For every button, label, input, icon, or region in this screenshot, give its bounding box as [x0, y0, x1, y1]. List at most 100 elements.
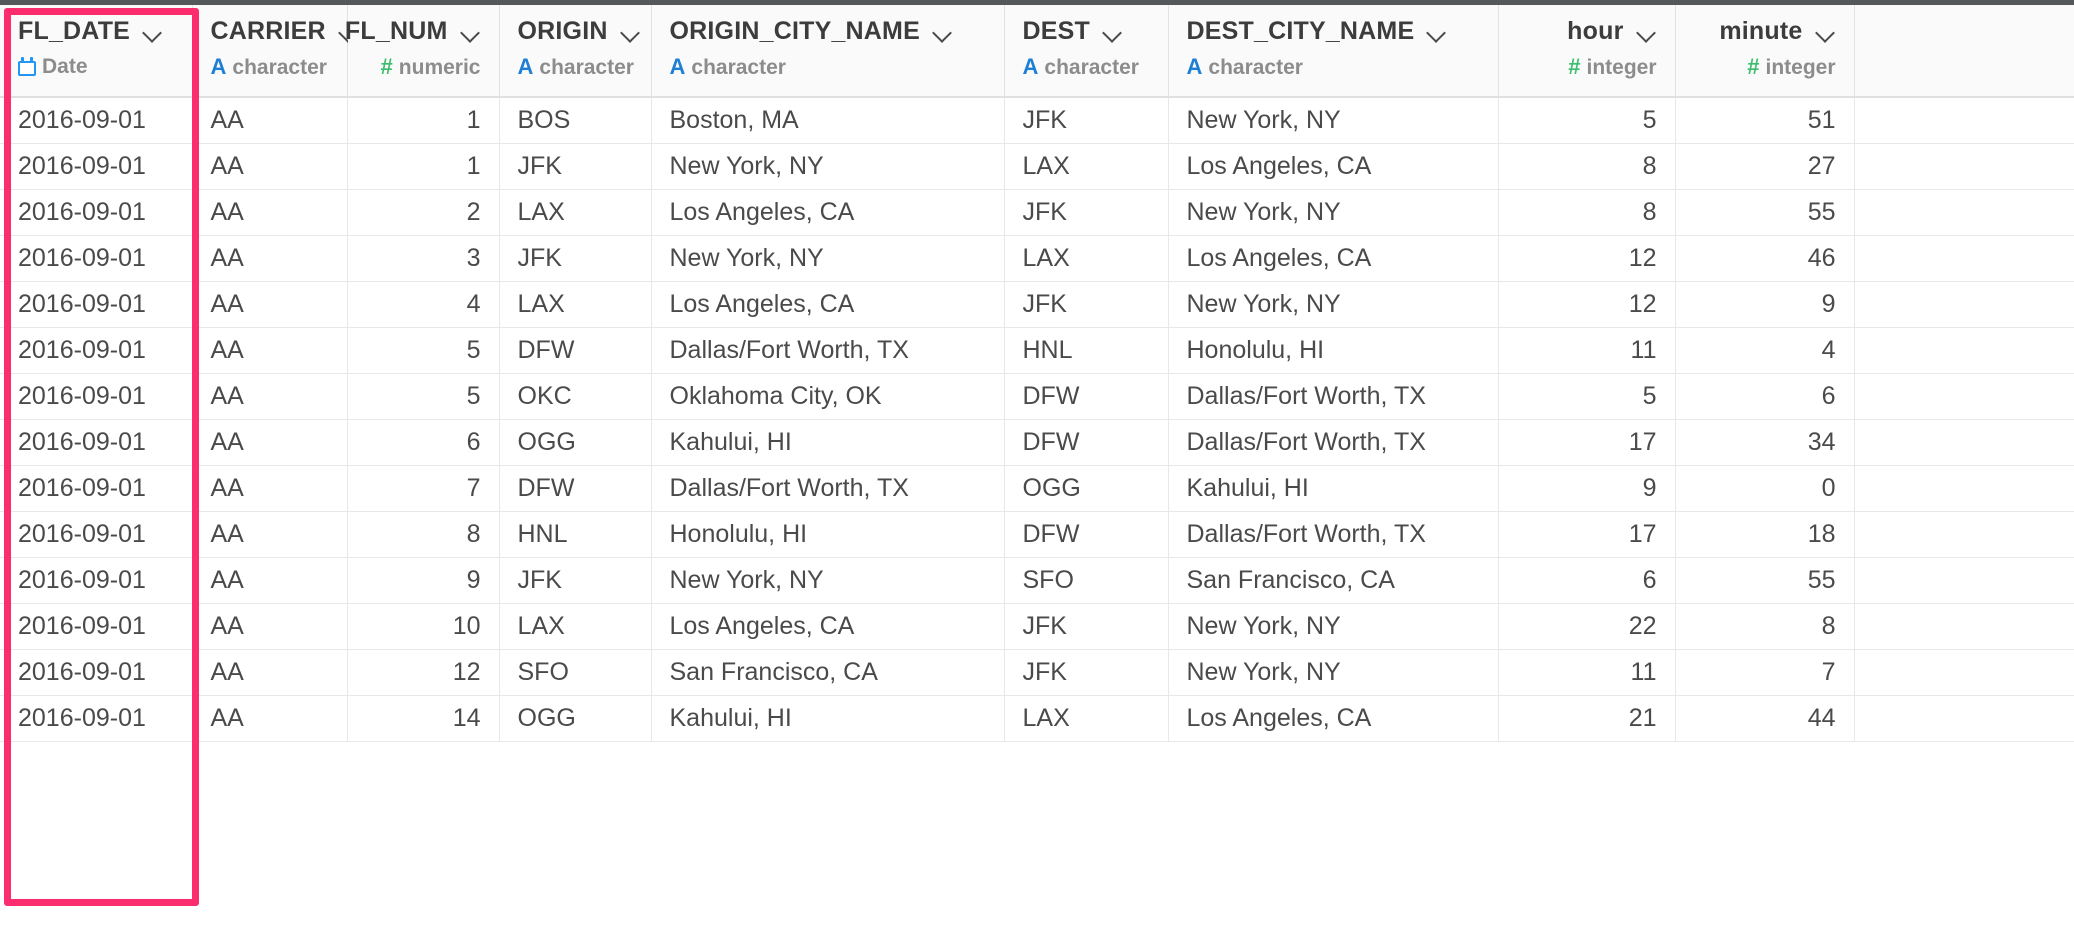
column-header-empty[interactable]	[1854, 5, 2074, 98]
chevron-down-icon[interactable]	[462, 26, 481, 37]
table-cell[interactable]: 2016-09-01	[0, 419, 193, 466]
table-cell[interactable]: 17	[1498, 511, 1676, 558]
table-cell[interactable]: OGG	[499, 419, 652, 466]
table-cell[interactable]: 2016-09-01	[0, 327, 193, 374]
table-cell[interactable]	[1854, 603, 2074, 650]
table-row[interactable]: 2016-09-01 AA 3 JFK New York, NY LAX Los Angel…	[0, 235, 2074, 282]
table-cell[interactable]: 34	[1675, 419, 1855, 466]
table-cell[interactable]: Honolulu, HI	[1168, 327, 1499, 374]
table-cell[interactable]: OKC	[499, 373, 652, 420]
chevron-down-icon[interactable]	[1428, 26, 1447, 37]
table-cell[interactable]: 9	[1675, 281, 1855, 328]
table-row[interactable]: 2016-09-01 AA 6 OGG Kahului, HI DFW Dallas/For…	[0, 419, 2074, 466]
column-header-hour[interactable]: hour # integer	[1498, 5, 1676, 98]
table-cell[interactable]: AA	[192, 235, 348, 282]
table-cell[interactable]: AA	[192, 373, 348, 420]
table-cell[interactable]: 21	[1498, 695, 1676, 742]
table-cell[interactable]	[1854, 511, 2074, 558]
table-cell[interactable]: Honolulu, HI	[651, 511, 1005, 558]
table-cell[interactable]: AA	[192, 97, 348, 144]
table-cell[interactable]: 4	[1675, 327, 1855, 374]
table-cell[interactable]	[1854, 373, 2074, 420]
table-cell[interactable]: 27	[1675, 143, 1855, 190]
table-cell[interactable]: 2016-09-01	[0, 235, 193, 282]
table-cell[interactable]	[1854, 281, 2074, 328]
table-cell[interactable]	[1854, 189, 2074, 236]
table-cell[interactable]: 9	[347, 557, 500, 604]
table-cell[interactable]: BOS	[499, 97, 652, 144]
table-cell[interactable]: 2	[347, 189, 500, 236]
table-cell[interactable]: LAX	[499, 603, 652, 650]
table-cell[interactable]: 18	[1675, 511, 1855, 558]
column-header-fl_num[interactable]: FL_NUM # numeric	[345, 5, 500, 98]
table-cell[interactable]: AA	[192, 649, 348, 696]
table-cell[interactable]: JFK	[1004, 603, 1169, 650]
table-cell[interactable]: AA	[192, 695, 348, 742]
table-cell[interactable]: LAX	[1004, 143, 1169, 190]
table-cell[interactable]: New York, NY	[1168, 281, 1499, 328]
table-cell[interactable]: 22	[1498, 603, 1676, 650]
table-cell[interactable]	[1854, 557, 2074, 604]
table-cell[interactable]: LAX	[499, 281, 652, 328]
table-cell[interactable]: Boston, MA	[651, 97, 1005, 144]
table-cell[interactable]: AA	[192, 327, 348, 374]
table-cell[interactable]: JFK	[499, 557, 652, 604]
table-cell[interactable]: DFW	[1004, 419, 1169, 466]
table-cell[interactable]: San Francisco, CA	[1168, 557, 1499, 604]
table-cell[interactable]: 8	[1498, 143, 1676, 190]
table-cell[interactable]: 8	[347, 511, 500, 558]
table-cell[interactable]: 2016-09-01	[0, 649, 193, 696]
table-cell[interactable]: 8	[1675, 603, 1855, 650]
table-cell[interactable]: Dallas/Fort Worth, TX	[651, 327, 1005, 374]
table-cell[interactable]: DFW	[499, 465, 652, 512]
table-cell[interactable]: Kahului, HI	[1168, 465, 1499, 512]
table-cell[interactable]: 2016-09-01	[0, 465, 193, 512]
table-cell[interactable]: 2016-09-01	[0, 143, 193, 190]
table-cell[interactable]: Los Angeles, CA	[651, 603, 1005, 650]
table-cell[interactable]: 55	[1675, 557, 1855, 604]
table-cell[interactable]: 46	[1675, 235, 1855, 282]
table-cell[interactable]: 12	[1498, 281, 1676, 328]
table-cell[interactable]: SFO	[499, 649, 652, 696]
table-cell[interactable]: 1	[347, 97, 500, 144]
table-row[interactable]: 2016-09-01 AA 1 BOS Boston, MA JFK New York, N…	[0, 97, 2074, 144]
table-cell[interactable]: Oklahoma City, OK	[651, 373, 1005, 420]
table-cell[interactable]: JFK	[499, 235, 652, 282]
table-cell[interactable]: Dallas/Fort Worth, TX	[1168, 511, 1499, 558]
table-row[interactable]: 2016-09-01 AA 4 LAX Los Angeles, CA JFK New Yo…	[0, 281, 2074, 328]
table-cell[interactable]: Kahului, HI	[651, 419, 1005, 466]
table-cell[interactable]	[1854, 649, 2074, 696]
table-cell[interactable]: San Francisco, CA	[651, 649, 1005, 696]
chevron-down-icon[interactable]	[622, 26, 641, 37]
column-header-origin[interactable]: ORIGIN Acharacter	[499, 5, 652, 98]
table-cell[interactable]: 2016-09-01	[0, 373, 193, 420]
table-cell[interactable]	[1854, 695, 2074, 742]
chevron-down-icon[interactable]	[1104, 26, 1123, 37]
table-cell[interactable]: DFW	[1004, 511, 1169, 558]
table-cell[interactable]: JFK	[1004, 281, 1169, 328]
table-cell[interactable]: Los Angeles, CA	[1168, 235, 1499, 282]
column-header-carrier[interactable]: CARRIER Acharacter	[192, 5, 348, 98]
table-cell[interactable]: Dallas/Fort Worth, TX	[651, 465, 1005, 512]
table-cell[interactable]: JFK	[499, 143, 652, 190]
table-cell[interactable]: DFW	[499, 327, 652, 374]
table-cell[interactable]: AA	[192, 189, 348, 236]
table-cell[interactable]	[1854, 143, 2074, 190]
table-cell[interactable]: New York, NY	[651, 235, 1005, 282]
table-cell[interactable]: 5	[347, 373, 500, 420]
chevron-down-icon[interactable]	[1817, 26, 1836, 37]
table-cell[interactable]: 51	[1675, 97, 1855, 144]
table-cell[interactable]: Los Angeles, CA	[1168, 695, 1499, 742]
column-header-dest[interactable]: DEST Acharacter	[1004, 5, 1169, 98]
table-cell[interactable]: 11	[1498, 649, 1676, 696]
table-cell[interactable]: New York, NY	[1168, 649, 1499, 696]
table-cell[interactable]: JFK	[1004, 649, 1169, 696]
table-cell[interactable]: AA	[192, 603, 348, 650]
table-cell[interactable]: 6	[347, 419, 500, 466]
column-header-dest_city_name[interactable]: DEST_CITY_NAME Acharacter	[1168, 5, 1499, 98]
table-cell[interactable]: AA	[192, 143, 348, 190]
table-cell[interactable]: DFW	[1004, 373, 1169, 420]
table-cell[interactable]: 14	[347, 695, 500, 742]
table-cell[interactable]: 2016-09-01	[0, 557, 193, 604]
table-cell[interactable]: 3	[347, 235, 500, 282]
